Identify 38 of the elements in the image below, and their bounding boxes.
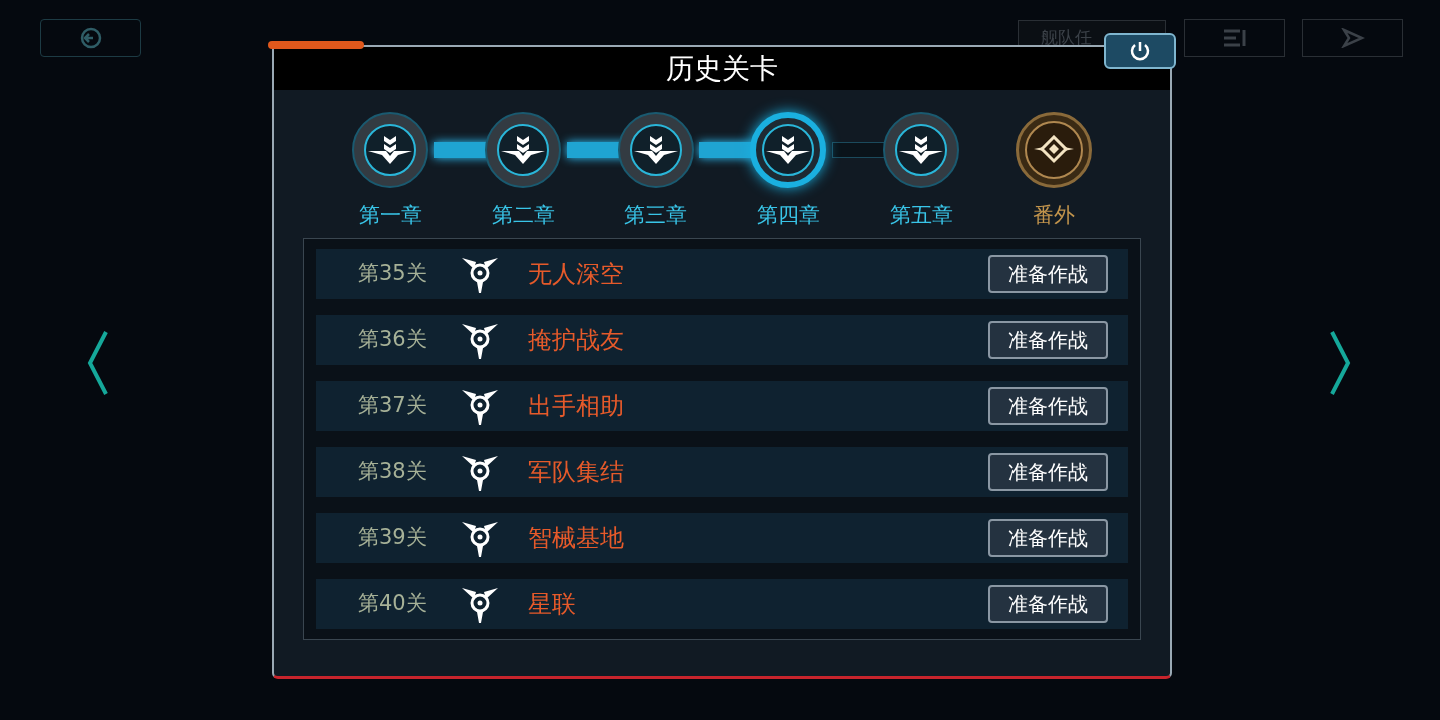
prepare-battle-button[interactable]: 准备作战 [988, 584, 1108, 623]
level-row[interactable]: 第40关 星联 准备作战 [316, 578, 1128, 629]
chapter-label: 第二章 [491, 202, 555, 229]
prepare-battle-button[interactable]: 准备作战 [988, 518, 1108, 557]
chapter-label: 第五章 [889, 202, 953, 229]
level-row[interactable]: 第35关 无人深空 准备作战 [316, 248, 1128, 299]
power-button[interactable] [1104, 33, 1176, 69]
level-number: 第36关 [358, 325, 428, 353]
level-row[interactable]: 第36关 掩护战友 准备作战 [316, 314, 1128, 365]
level-name: 出手相助 [528, 390, 625, 422]
exit-icon [78, 26, 103, 50]
level-name: 星联 [528, 588, 577, 620]
chapter-label: 番外 [1032, 202, 1075, 229]
prepare-battle-button[interactable]: 准备作战 [988, 320, 1108, 359]
level-name: 军队集结 [528, 456, 625, 488]
chapter-node[interactable] [750, 112, 827, 188]
level-number: 第39关 [358, 523, 428, 551]
level-row[interactable]: 第38关 军队集结 准备作战 [316, 446, 1128, 497]
dialog-title: 历史关卡 [666, 50, 778, 87]
level-number: 第35关 [358, 259, 428, 287]
chapter-label: 第三章 [624, 202, 688, 229]
power-icon [1129, 40, 1151, 62]
prepare-battle-button[interactable]: 准备作战 [988, 452, 1108, 491]
chapter-label: 第一章 [358, 202, 422, 229]
prepare-battle-button[interactable]: 准备作战 [988, 254, 1108, 293]
level-name: 智械基地 [528, 522, 625, 554]
list-icon [1221, 28, 1248, 48]
level-row[interactable]: 第39关 智械基地 准备作战 [316, 512, 1128, 563]
prepare-battle-button[interactable]: 准备作战 [988, 386, 1108, 425]
level-row[interactable]: 第37关 出手相助 准备作战 [316, 380, 1128, 431]
level-name: 无人深空 [528, 258, 625, 290]
level-number: 第38关 [358, 457, 428, 485]
send-icon [1340, 28, 1365, 48]
level-name: 掩护战友 [528, 324, 625, 356]
level-number: 第40关 [358, 589, 428, 617]
level-number: 第37关 [358, 391, 428, 419]
chapter-label: 第四章 [756, 202, 820, 229]
back-button[interactable] [40, 19, 141, 57]
